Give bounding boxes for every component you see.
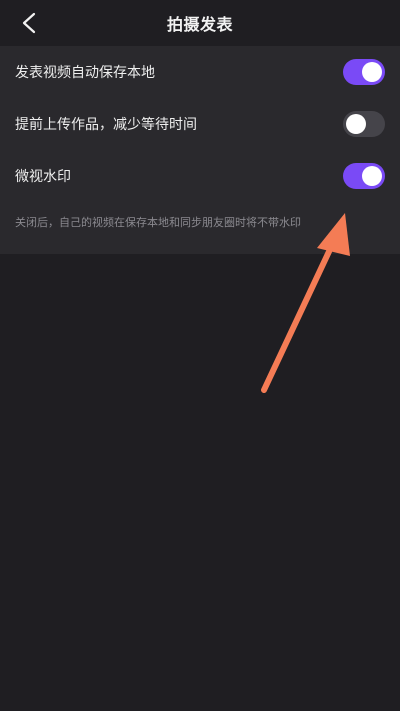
toggle-knob (346, 114, 366, 134)
setting-row-watermark: 微视水印 (0, 150, 400, 202)
watermark-toggle[interactable] (343, 163, 385, 189)
setting-row-pre-upload: 提前上传作品，减少等待时间 (0, 98, 400, 150)
header-bar: 拍摄发表 (0, 0, 400, 46)
toggle-knob (362, 166, 382, 186)
auto-save-toggle[interactable] (343, 59, 385, 85)
setting-label-pre-upload: 提前上传作品，减少等待时间 (15, 117, 197, 133)
setting-label-auto-save: 发表视频自动保存本地 (15, 65, 155, 81)
settings-list: 发表视频自动保存本地 提前上传作品，减少等待时间 微视水印 (0, 46, 400, 202)
watermark-hint-text: 关闭后，自己的视频在保存本地和同步朋友圈时将不带水印 (0, 202, 400, 254)
pre-upload-toggle[interactable] (343, 111, 385, 137)
settings-screen: 拍摄发表 发表视频自动保存本地 提前上传作品，减少等待时间 微视水印 关闭后，自… (0, 0, 400, 711)
toggle-knob (362, 62, 382, 82)
setting-label-watermark: 微视水印 (15, 169, 71, 185)
page-title: 拍摄发表 (166, 15, 233, 34)
chevron-left-icon (22, 12, 36, 34)
setting-row-auto-save: 发表视频自动保存本地 (0, 46, 400, 98)
back-button[interactable] (14, 8, 44, 38)
